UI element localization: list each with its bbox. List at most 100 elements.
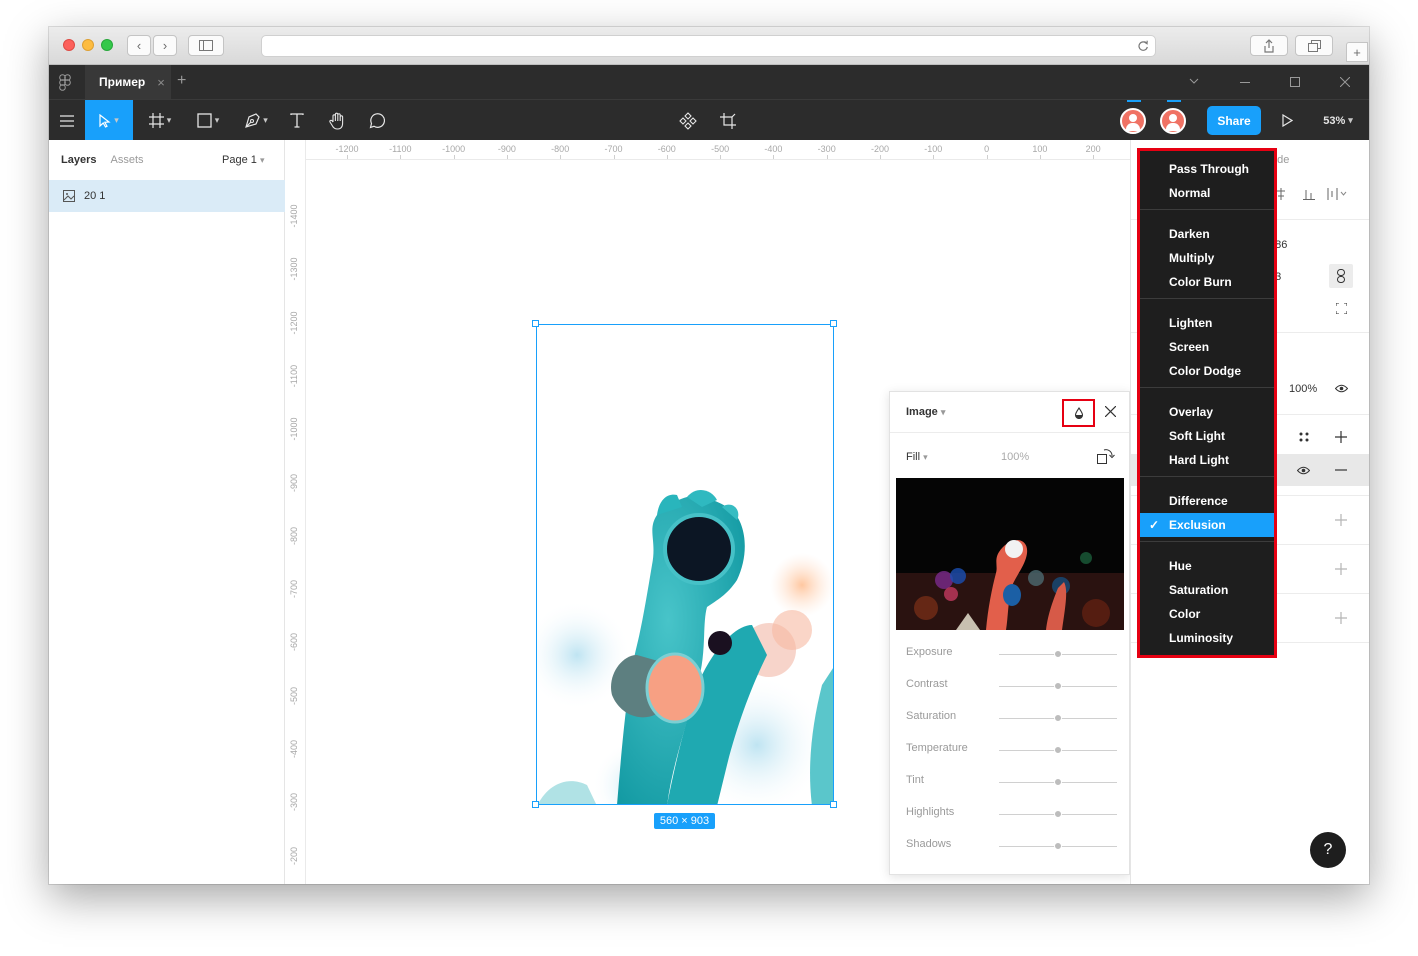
slider-knob[interactable] bbox=[1054, 714, 1062, 722]
frame-tool-button[interactable]: ▾ bbox=[141, 100, 179, 141]
slider-knob[interactable] bbox=[1054, 650, 1062, 658]
resize-handle[interactable] bbox=[532, 320, 539, 327]
close-app-icon[interactable] bbox=[1340, 77, 1350, 87]
pen-tool-button[interactable]: ▾ bbox=[237, 100, 275, 141]
minimize-icon[interactable] bbox=[1240, 82, 1250, 84]
image-preview[interactable] bbox=[896, 478, 1124, 630]
close-window-button[interactable] bbox=[63, 39, 75, 51]
layer-opacity[interactable]: 100% bbox=[1289, 383, 1317, 395]
blend-mode-option[interactable]: Saturation bbox=[1140, 578, 1274, 602]
crop-button[interactable] bbox=[716, 100, 740, 141]
blend-mode-option[interactable]: Soft Light bbox=[1140, 424, 1274, 448]
share-page-button[interactable] bbox=[1250, 35, 1288, 56]
blend-mode-option[interactable]: Lighten bbox=[1140, 311, 1274, 335]
add-export-icon[interactable] bbox=[1335, 612, 1347, 624]
style-icon[interactable] bbox=[1299, 432, 1309, 442]
ruler-tick bbox=[453, 155, 455, 159]
chevron-down-icon[interactable] bbox=[1189, 78, 1199, 85]
comment-tool-button[interactable] bbox=[364, 100, 388, 141]
adjustment-slider[interactable]: Shadows bbox=[906, 838, 1118, 854]
image-panel-header: Image ▾ bbox=[890, 392, 1129, 433]
blend-mode-option[interactable]: ✓ Exclusion bbox=[1140, 513, 1274, 537]
eye-icon[interactable] bbox=[1297, 466, 1310, 475]
maximize-window-button[interactable] bbox=[101, 39, 113, 51]
zoom-value: 53% bbox=[1323, 114, 1346, 127]
tab-layers[interactable]: Layers bbox=[61, 154, 96, 166]
blend-mode-button[interactable] bbox=[1062, 399, 1095, 427]
blend-mode-option[interactable]: Normal bbox=[1140, 181, 1274, 205]
zoom-dropdown[interactable]: 53% ▾ bbox=[1315, 100, 1361, 141]
rotate-image-icon[interactable] bbox=[1096, 447, 1116, 465]
move-tool-button[interactable]: ▾ bbox=[85, 100, 133, 141]
sidebar-toggle-button[interactable] bbox=[188, 35, 224, 56]
fill-mode-dropdown[interactable]: Fill ▾ bbox=[906, 451, 928, 463]
slider-knob[interactable] bbox=[1054, 810, 1062, 818]
adjustment-slider[interactable]: Tint bbox=[906, 774, 1118, 790]
add-stroke-icon[interactable] bbox=[1335, 514, 1347, 526]
figma-logo-icon[interactable] bbox=[59, 74, 71, 91]
forward-button[interactable]: › bbox=[153, 35, 177, 56]
minimize-window-button[interactable] bbox=[82, 39, 94, 51]
add-effect-icon[interactable] bbox=[1335, 563, 1347, 575]
play-icon bbox=[1281, 114, 1293, 127]
adjustment-slider[interactable]: Highlights bbox=[906, 806, 1118, 822]
resize-handle[interactable] bbox=[830, 801, 837, 808]
blend-mode-option[interactable]: Difference bbox=[1140, 489, 1274, 513]
reload-icon[interactable] bbox=[1137, 40, 1149, 52]
hand-tool-button[interactable] bbox=[325, 100, 349, 141]
align-bottom-icon[interactable] bbox=[1303, 188, 1315, 200]
adjustment-slider[interactable]: Temperature bbox=[906, 742, 1118, 758]
blend-mode-option[interactable]: Luminosity bbox=[1140, 626, 1274, 650]
blend-mode-option[interactable]: Overlay bbox=[1140, 400, 1274, 424]
text-tool-button[interactable] bbox=[285, 100, 309, 141]
slider-knob[interactable] bbox=[1054, 778, 1062, 786]
blend-mode-option[interactable]: Pass Through bbox=[1140, 157, 1274, 181]
document-tab[interactable]: Пример × bbox=[85, 65, 171, 99]
distribute-icon[interactable] bbox=[1327, 188, 1347, 200]
slider-knob[interactable] bbox=[1054, 682, 1062, 690]
layer-row[interactable]: 20 1 bbox=[49, 180, 285, 212]
constrain-proportions-button[interactable] bbox=[1329, 264, 1353, 288]
slider-knob[interactable] bbox=[1054, 842, 1062, 850]
adjustment-slider[interactable]: Exposure bbox=[906, 646, 1118, 662]
close-tab-icon[interactable]: × bbox=[157, 75, 165, 90]
blend-mode-option[interactable]: Hard Light bbox=[1140, 448, 1274, 472]
new-tab-icon[interactable]: + bbox=[177, 72, 186, 90]
avatar[interactable] bbox=[1120, 108, 1146, 134]
maximize-icon[interactable] bbox=[1290, 77, 1300, 87]
blend-mode-option[interactable]: Multiply bbox=[1140, 246, 1274, 270]
blend-mode-label: Darken bbox=[1169, 227, 1210, 241]
close-icon[interactable] bbox=[1105, 406, 1116, 417]
image-frame[interactable] bbox=[536, 324, 834, 805]
main-menu-button[interactable] bbox=[49, 100, 85, 141]
slider-knob[interactable] bbox=[1054, 746, 1062, 754]
avatar[interactable] bbox=[1160, 108, 1186, 134]
components-button[interactable] bbox=[676, 100, 700, 141]
adjustment-slider[interactable]: Contrast bbox=[906, 678, 1118, 694]
back-button[interactable]: ‹ bbox=[127, 35, 151, 56]
new-tab-button[interactable]: + bbox=[1346, 42, 1368, 62]
shape-tool-button[interactable]: ▾ bbox=[189, 100, 227, 141]
help-button[interactable]: ? bbox=[1310, 832, 1346, 868]
blend-mode-option[interactable]: Color Dodge bbox=[1140, 359, 1274, 383]
tab-assets[interactable]: Assets bbox=[110, 154, 143, 166]
eye-icon[interactable] bbox=[1335, 384, 1348, 393]
blend-mode-option[interactable]: Color Burn bbox=[1140, 270, 1274, 294]
address-bar[interactable] bbox=[261, 35, 1156, 57]
blend-mode-option[interactable]: Screen bbox=[1140, 335, 1274, 359]
page-selector[interactable]: Page 1 ▾ bbox=[222, 154, 264, 166]
paint-type-dropdown[interactable]: Image ▾ bbox=[906, 406, 945, 418]
blend-mode-option[interactable]: Hue bbox=[1140, 554, 1274, 578]
present-button[interactable] bbox=[1275, 100, 1299, 141]
adjustment-slider[interactable]: Saturation bbox=[906, 710, 1118, 726]
resize-handle[interactable] bbox=[532, 801, 539, 808]
blend-mode-option[interactable]: Darken bbox=[1140, 222, 1274, 246]
add-fill-icon[interactable] bbox=[1335, 431, 1347, 443]
fullscreen-icon[interactable] bbox=[1336, 303, 1347, 314]
blend-mode-option[interactable]: Color bbox=[1140, 602, 1274, 626]
share-button[interactable]: Share bbox=[1207, 106, 1261, 135]
image-opacity[interactable]: 100% bbox=[1001, 451, 1029, 463]
tabs-overview-button[interactable] bbox=[1295, 35, 1333, 56]
remove-fill-icon[interactable] bbox=[1335, 469, 1347, 471]
resize-handle[interactable] bbox=[830, 320, 837, 327]
